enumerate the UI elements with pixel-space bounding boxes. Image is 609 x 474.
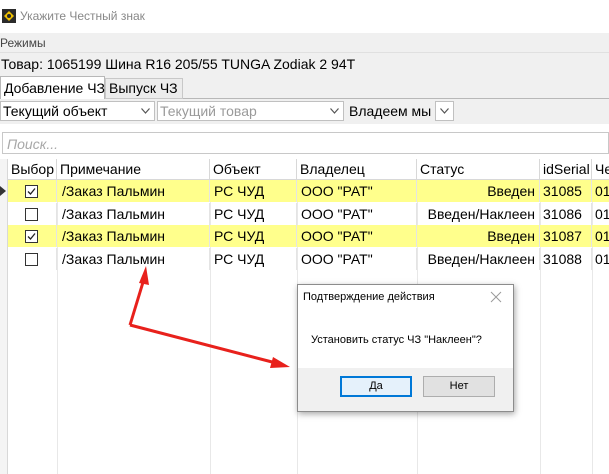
chevron-down-icon[interactable] [137, 102, 154, 120]
note-cell: /Заказ Пальмин [57, 225, 210, 247]
column-header-idserial[interactable]: idSerial [540, 159, 592, 180]
column-header-object[interactable]: Объект [210, 159, 297, 180]
confirm-dialog: Подтверждение действия Установить статус… [297, 284, 514, 412]
product-filter-select[interactable]: Текущий товар [157, 101, 344, 121]
object-cell: РС ЧУД [210, 203, 297, 225]
idserial-cell: 31085 [540, 180, 592, 202]
note-cell: /Заказ Пальмин [57, 248, 210, 270]
owner-filter-label: Владеем мы [349, 103, 432, 119]
status-cell: Введен/Наклеен [417, 248, 540, 270]
owner-cell: ООО "РАТ" [297, 248, 417, 270]
row-indicator-column [0, 159, 8, 474]
search-row: Поиск... [0, 130, 609, 157]
product-filter-value: Текущий товар [160, 103, 257, 119]
no-button[interactable]: Нет [423, 376, 495, 397]
current-row-pointer-icon [0, 186, 6, 196]
table-row[interactable]: /Заказ Пальмин РС ЧУД ООО "РАТ" Введен 3… [8, 225, 609, 247]
note-cell: /Заказ Пальмин [57, 180, 210, 202]
status-cell: Введен [417, 225, 540, 247]
select-cell[interactable] [8, 225, 57, 247]
menu-item-modes[interactable]: Режимы [0, 36, 46, 50]
extra-cell: 01 [595, 183, 609, 199]
table-row[interactable]: /Заказ Пальмин РС ЧУД ООО "РАТ" Введен/Н… [8, 248, 609, 270]
row-checkbox[interactable] [25, 208, 38, 221]
note-cell: /Заказ Пальмин [57, 203, 210, 225]
select-cell[interactable] [8, 180, 57, 202]
window-title: Укажите Честный знак [20, 9, 145, 23]
close-icon[interactable] [490, 291, 502, 303]
menu-bar: Режимы [0, 33, 609, 53]
owner-cell: ООО "РАТ" [297, 225, 417, 247]
chevron-down-icon[interactable] [326, 102, 343, 120]
extra-cell: 01 [595, 206, 609, 222]
column-header-select[interactable]: Выбор [8, 159, 57, 180]
object-cell: РС ЧУД [210, 225, 297, 247]
extra-cell: 01 [595, 228, 609, 244]
filter-bar: Текущий объект Текущий товар Владеем мы [0, 99, 609, 124]
object-filter-select[interactable]: Текущий объект [0, 101, 155, 121]
product-info-bar: Товар: 1065199 Шина R16 205/55 TUNGA Zod… [0, 53, 609, 76]
tab-strip: Добавление ЧЗ Выпуск ЧЗ [0, 76, 609, 100]
status-cell: Введен/Наклеен [417, 203, 540, 225]
row-checkbox[interactable] [25, 185, 38, 198]
object-cell: РС ЧУД [210, 248, 297, 270]
table-row[interactable]: /Заказ Пальмин РС ЧУД ООО "РАТ" Введен/Н… [8, 203, 609, 225]
owner-cell: ООО "РАТ" [297, 180, 417, 202]
select-cell[interactable] [8, 248, 57, 270]
idserial-cell: 31087 [540, 225, 592, 247]
idserial-cell: 31086 [540, 203, 592, 225]
tab-release-cz[interactable]: Выпуск ЧЗ [105, 78, 183, 99]
dialog-title: Подтверждение действия [303, 291, 435, 303]
column-header-note[interactable]: Примечание [57, 159, 210, 180]
search-placeholder: Поиск... [7, 136, 58, 152]
idserial-cell: 31088 [540, 248, 592, 270]
chevron-down-icon[interactable] [436, 102, 453, 120]
tab-add-cz[interactable]: Добавление ЧЗ [0, 76, 105, 100]
status-cell: Введен [417, 180, 540, 202]
dialog-message: Установить статус ЧЗ "Наклеен"? [311, 334, 482, 346]
row-checkbox[interactable] [25, 230, 38, 243]
search-input[interactable]: Поиск... [2, 132, 609, 154]
dialog-footer: Да Нет [298, 368, 513, 411]
extra-cell: 01 [595, 251, 609, 267]
owner-cell: ООО "РАТ" [297, 203, 417, 225]
object-filter-value: Текущий объект [3, 103, 108, 119]
column-header-extra[interactable]: Че [592, 159, 609, 180]
column-header-owner[interactable]: Владелец [297, 159, 417, 180]
owner-filter-select[interactable] [435, 101, 454, 121]
yes-button[interactable]: Да [340, 376, 412, 397]
column-header-status[interactable]: Статус [417, 159, 540, 180]
title-bar: Укажите Честный знак [0, 0, 609, 32]
object-cell: РС ЧУД [210, 180, 297, 202]
select-cell[interactable] [8, 203, 57, 225]
app-logo-icon [2, 9, 16, 23]
product-info: Товар: 1065199 Шина R16 205/55 TUNGA Zod… [1, 56, 356, 72]
table-row[interactable]: /Заказ Пальмин РС ЧУД ООО "РАТ" Введен 3… [8, 180, 609, 202]
row-checkbox[interactable] [25, 253, 38, 266]
